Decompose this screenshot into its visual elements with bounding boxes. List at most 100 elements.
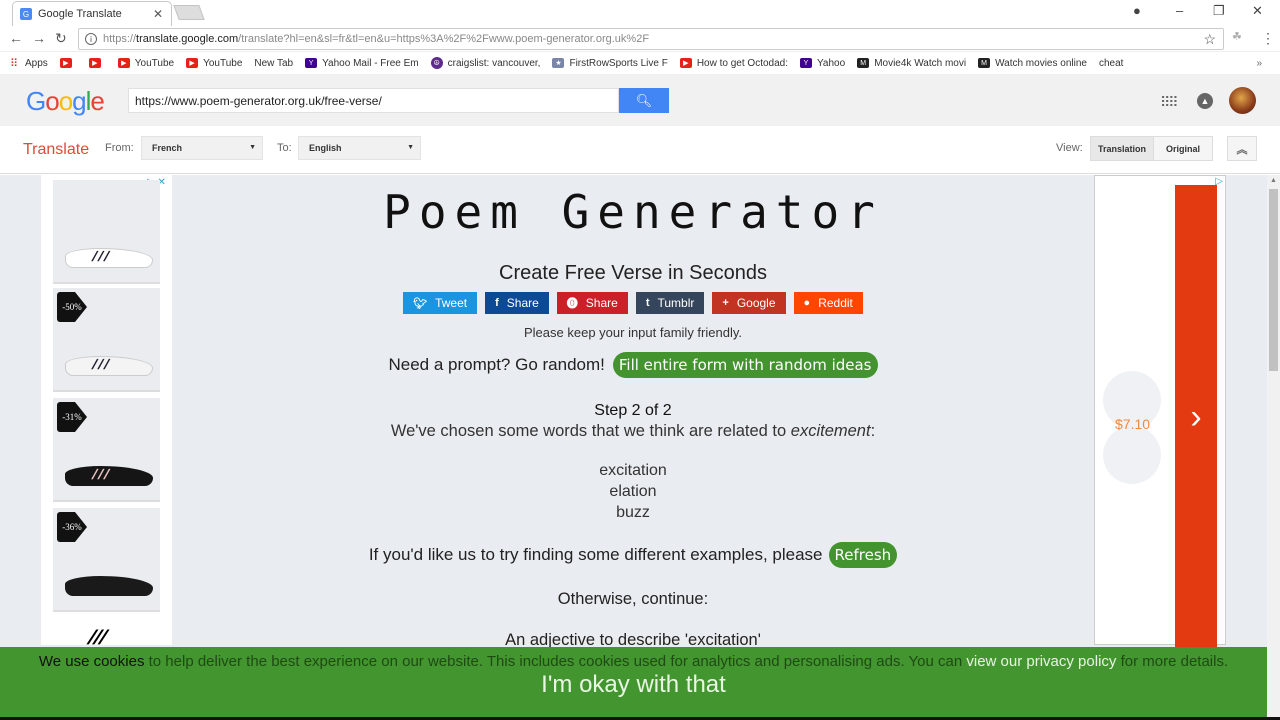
page-title: Poem Generator xyxy=(383,185,883,239)
bookmark-item[interactable]: M Movie4k Watch movi xyxy=(857,58,966,69)
menu-kebab-icon[interactable]: ⋮ xyxy=(1261,30,1275,47)
from-language-select[interactable]: French ▼ xyxy=(141,136,263,160)
bookmark-item[interactable]: Y Yahoo Mail - Free Em xyxy=(305,58,419,69)
scroll-up-icon[interactable]: ▲ xyxy=(1270,177,1277,184)
facebook-icon: f xyxy=(495,297,499,309)
cookie-bold: We use cookies xyxy=(38,653,145,670)
chosen-word: excitement xyxy=(790,422,871,440)
bookmark-item[interactable]: ▶ xyxy=(59,58,77,68)
forward-icon[interactable]: → xyxy=(32,30,46,46)
chosen-words-intro: We've chosen some words that we think ar… xyxy=(300,422,966,441)
refresh-button[interactable]: Refresh xyxy=(828,542,898,568)
ad-shoe-white[interactable]: /// xyxy=(53,180,160,284)
page-subtitle: Create Free Verse in Seconds xyxy=(499,262,767,284)
user-avatar[interactable] xyxy=(1229,87,1256,114)
tab-title: Google Translate xyxy=(38,8,122,20)
from-language-value: French xyxy=(152,143,183,153)
url-rest: /translate?hl=en&sl=fr&tl=en&u=https%3A%… xyxy=(238,33,650,45)
bookmark-item[interactable]: M Watch movies online xyxy=(978,58,1087,69)
bookmark-item[interactable]: ▶ How to get Octodad: xyxy=(679,58,788,69)
bookmark-label: New Tab xyxy=(254,57,294,69)
page-scrollbar[interactable]: ▲ xyxy=(1267,175,1280,720)
yt-icon: ▶ xyxy=(186,58,199,68)
browser-toolbar: ← → ↻ i https://translate.google.com/tra… xyxy=(0,26,1280,52)
bookmark-item[interactable]: ☮ craigslist: vancouver, xyxy=(430,57,540,69)
bookmark-star-icon[interactable]: ☆ xyxy=(1203,31,1216,48)
cookie-banner: We use cookies to help deliver the best … xyxy=(0,647,1267,717)
m-icon: M xyxy=(978,58,991,68)
privacy-policy-link[interactable]: view our privacy policy xyxy=(966,653,1116,670)
bookmark-item[interactable]: cheat xyxy=(0,58,1123,239)
notifications-bell-icon[interactable]: ▲ xyxy=(1197,93,1213,109)
new-tab-button[interactable] xyxy=(173,5,205,20)
share-label: Tumblr xyxy=(657,296,695,310)
bookmark-label: Watch movies online xyxy=(995,57,1087,69)
google-logo[interactable]: Google xyxy=(26,86,105,117)
bookmark-item[interactable]: Y Yahoo xyxy=(800,58,845,69)
ad-product-image xyxy=(1103,426,1161,484)
bookmark-item[interactable]: ★ FirstRowSports Live F xyxy=(552,58,668,69)
left-ad[interactable]: ▷ ✕ /// -50% /// -31% /// -36% /// xyxy=(41,175,172,649)
share-button-tumblr[interactable]: t Tumblr xyxy=(635,292,705,314)
random-fill-button[interactable]: Fill entire form with random ideas xyxy=(612,352,878,378)
translate-label[interactable]: Translate xyxy=(23,141,89,159)
more-bookmarks-icon[interactable]: » xyxy=(1256,58,1262,69)
cookie-accept-button[interactable]: I'm okay with that xyxy=(0,671,1267,699)
bookmark-item[interactable]: ▶ xyxy=(88,58,106,68)
yt-icon: ▶ xyxy=(117,58,130,68)
discount-tag: -50% xyxy=(57,292,87,322)
related-word: excitation xyxy=(599,462,667,479)
reload-icon[interactable]: ↻ xyxy=(55,30,67,47)
ad-shoe-black[interactable]: -36% xyxy=(53,508,160,612)
collapse-icon[interactable]: ︽ xyxy=(1227,136,1257,161)
share-button-twitter[interactable]: 🐦︎ Tweet xyxy=(403,292,478,314)
yahoo-icon: Y xyxy=(800,58,812,68)
share-button-pinterest[interactable]: ⓿ Share xyxy=(556,292,628,314)
share-button-reddit[interactable]: ● Reddit xyxy=(793,292,863,314)
twitter-icon: 🐦︎ xyxy=(413,297,428,310)
tumblr-icon: t xyxy=(645,297,650,309)
cookie-end: for more details. xyxy=(1116,653,1229,670)
close-window-icon[interactable]: ✕ xyxy=(1252,3,1263,19)
info-icon[interactable]: i xyxy=(85,33,97,45)
google-header: Google https://www.poem-generator.org.uk… xyxy=(0,74,1280,126)
bookmark-item[interactable]: New Tab xyxy=(0,57,294,239)
tab-bar: G Google Translate ✕ ● – ❐ ✕ xyxy=(0,0,1280,26)
share-button-facebook[interactable]: f Share xyxy=(485,292,549,314)
view-label: View: xyxy=(1056,142,1083,154)
otherwise-text: Otherwise, continue: xyxy=(557,590,709,608)
url-search-input[interactable]: https://www.poem-generator.org.uk/free-v… xyxy=(128,88,619,113)
ad-next-button[interactable]: › xyxy=(1175,185,1217,650)
bookmark-item[interactable]: ▶ YouTube xyxy=(117,58,174,69)
ad-shoe-white-sale[interactable]: -50% /// xyxy=(53,288,160,392)
view-translation-button[interactable]: Translation xyxy=(1090,136,1154,161)
bookmark-label: YouTube xyxy=(203,57,243,69)
to-language-select[interactable]: English ▼ xyxy=(298,136,421,160)
close-tab-icon[interactable]: ✕ xyxy=(153,7,163,21)
right-ad[interactable]: ▷ $7.10 › xyxy=(1094,175,1226,650)
dropdown-arrow-icon: ▼ xyxy=(249,144,256,151)
profile-icon[interactable]: ● xyxy=(1133,3,1141,18)
view-original-button[interactable]: Original xyxy=(1153,136,1213,161)
share-button-google-plus[interactable]: + Google xyxy=(712,292,786,314)
url-prefix: https:// xyxy=(103,33,137,45)
extension-icon[interactable]: ☘ xyxy=(1232,30,1242,43)
bookmark-label: Movie4k Watch movi xyxy=(874,57,967,69)
tab-google-translate[interactable]: G Google Translate ✕ xyxy=(12,1,172,26)
related-word: elation xyxy=(609,483,657,500)
back-icon[interactable]: ← xyxy=(9,30,23,46)
minimize-icon[interactable]: – xyxy=(1176,3,1183,18)
step-indicator: Step 2 of 2 xyxy=(594,402,672,419)
restore-icon[interactable]: ❐ xyxy=(1213,3,1225,19)
scrollbar-thumb[interactable] xyxy=(1269,189,1278,371)
address-bar[interactable]: i https://translate.google.com/translate… xyxy=(78,28,1224,50)
bookmark-item[interactable]: ⠿ Apps xyxy=(8,58,48,70)
logo-letter: o xyxy=(45,86,60,116)
google-apps-icon[interactable]: ⠿⠿ xyxy=(1160,94,1178,111)
yt-icon: ▶ xyxy=(59,58,72,68)
logo-letter: e xyxy=(90,86,105,116)
bookmark-item[interactable]: ▶ YouTube xyxy=(186,58,242,69)
to-label: To: xyxy=(277,142,292,154)
search-button[interactable]: 🔍︎ xyxy=(619,88,669,113)
ad-shoe-black-pink[interactable]: -31% /// xyxy=(53,398,160,502)
